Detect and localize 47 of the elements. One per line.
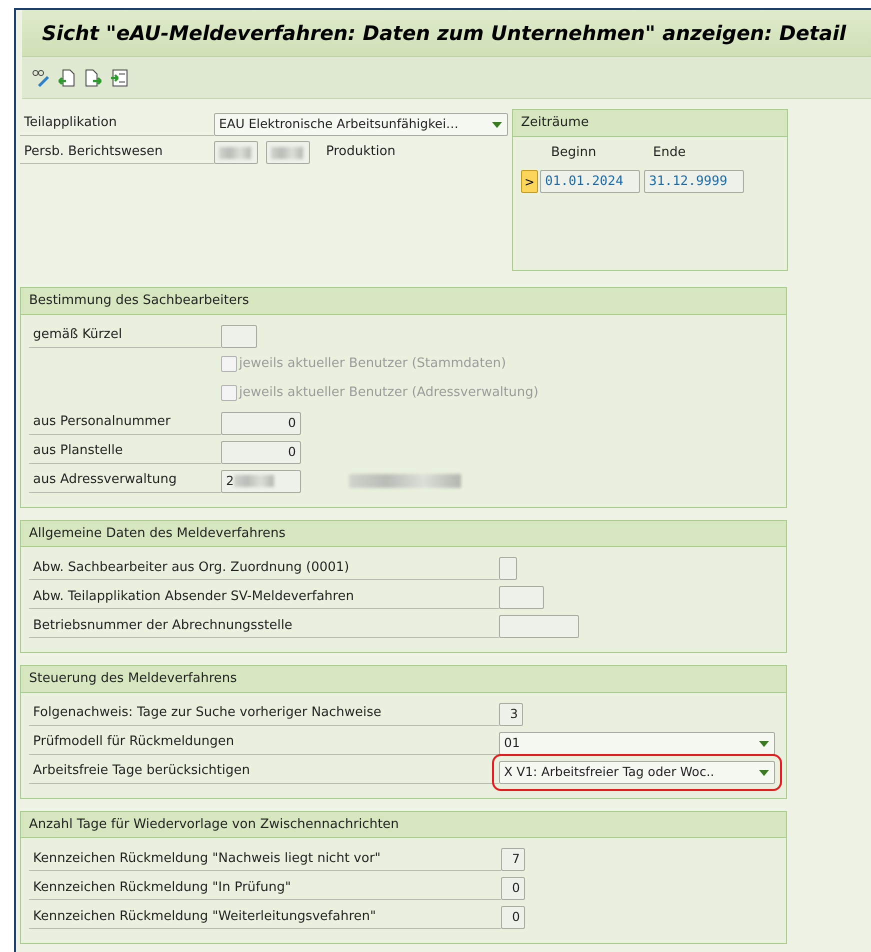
field-label: Teilapplikation <box>20 111 214 136</box>
field-label: Prüfmodell für Rückmeldungen <box>29 730 499 754</box>
input-field[interactable] <box>499 586 544 609</box>
input-field[interactable]: 0 <box>501 877 525 900</box>
field-label: Abw. Teilapplikation Absender SV-Meldeverfahren <box>29 584 499 609</box>
panel-title: Steuerung des Meldeverfahrens <box>21 666 786 692</box>
input-field[interactable] <box>499 557 517 580</box>
column-header: Beginn <box>550 144 598 162</box>
field-label: Kennzeichen Rückmeldung "Weiterleitungsvefahren" <box>29 904 501 929</box>
glasses-pencil-icon[interactable] <box>32 68 50 86</box>
input-field[interactable]: 0 <box>221 440 301 464</box>
dropdown-field[interactable]: 01 <box>499 732 775 754</box>
field-label: Arbeitsfreie Tage berücksichtigen <box>29 759 499 784</box>
column-header: Ende <box>652 144 686 162</box>
checkbox-option: jeweils aktueller Benutzer (Stammdaten) <box>221 354 506 376</box>
field-label: aus Adressverwaltung <box>29 468 221 492</box>
date-field[interactable]: 31.12.9999 <box>644 170 744 193</box>
blurred-field <box>266 141 310 164</box>
field-label: aus Planstelle <box>29 439 221 464</box>
input-field[interactable]: 0 <box>501 906 525 929</box>
input-field[interactable] <box>221 324 257 348</box>
document-arrow-right-icon[interactable] <box>84 68 102 86</box>
field-label: Kennzeichen Rückmeldung "In Prüfung" <box>29 876 501 900</box>
field-label: Betriebsnummer der Abrechnungsstelle <box>29 614 499 638</box>
window-title: Sicht "eAU-Meldeverfahren: Daten zum Unternehmen" anzeigen: Detail <box>22 10 871 57</box>
field-label: gemäß Kürzel <box>29 323 221 348</box>
input-field[interactable]: 3 <box>499 702 523 726</box>
field-label: Kennzeichen Rückmeldung "Nachweis liegt nicht vor" <box>29 846 501 871</box>
panel-title: Bestimmung des Sachbearbeiters <box>21 288 786 314</box>
panel-title: Zeiträume <box>513 110 787 136</box>
input-field[interactable]: 7 <box>501 848 525 871</box>
document-arrow-left-icon[interactable] <box>58 68 76 86</box>
input-field[interactable] <box>499 615 579 638</box>
input-field[interactable]: 2 <box>221 470 301 492</box>
panel-title: Allgemeine Daten des Meldeverfahrens <box>21 520 786 547</box>
field-label: Folgenachweis: Tage zur Suche vorheriger Nachweise <box>29 701 499 726</box>
field-label: Persb. Berichtswesen <box>20 140 214 164</box>
input-field[interactable]: 0 <box>221 412 301 434</box>
date-field[interactable]: 01.01.2024 <box>540 170 640 193</box>
field-label: aus Personalnummer <box>29 410 221 434</box>
teilapplikation-dropdown[interactable]: EAU Elektronische Arbeitsunfähigkei… <box>214 112 508 136</box>
row-select-button[interactable]: > <box>521 170 538 193</box>
blurred-field <box>214 141 258 164</box>
field-label: Abw. Sachbearbeiter aus Org. Zuordnung (0001) <box>29 556 499 580</box>
field-text: Produktion <box>326 142 396 160</box>
panel-title: Anzahl Tage für Wiedervorlage von Zwischennachrichten <box>21 812 786 838</box>
checkbox-option: jeweils aktueller Benutzer (Adressverwaltung) <box>221 383 538 406</box>
